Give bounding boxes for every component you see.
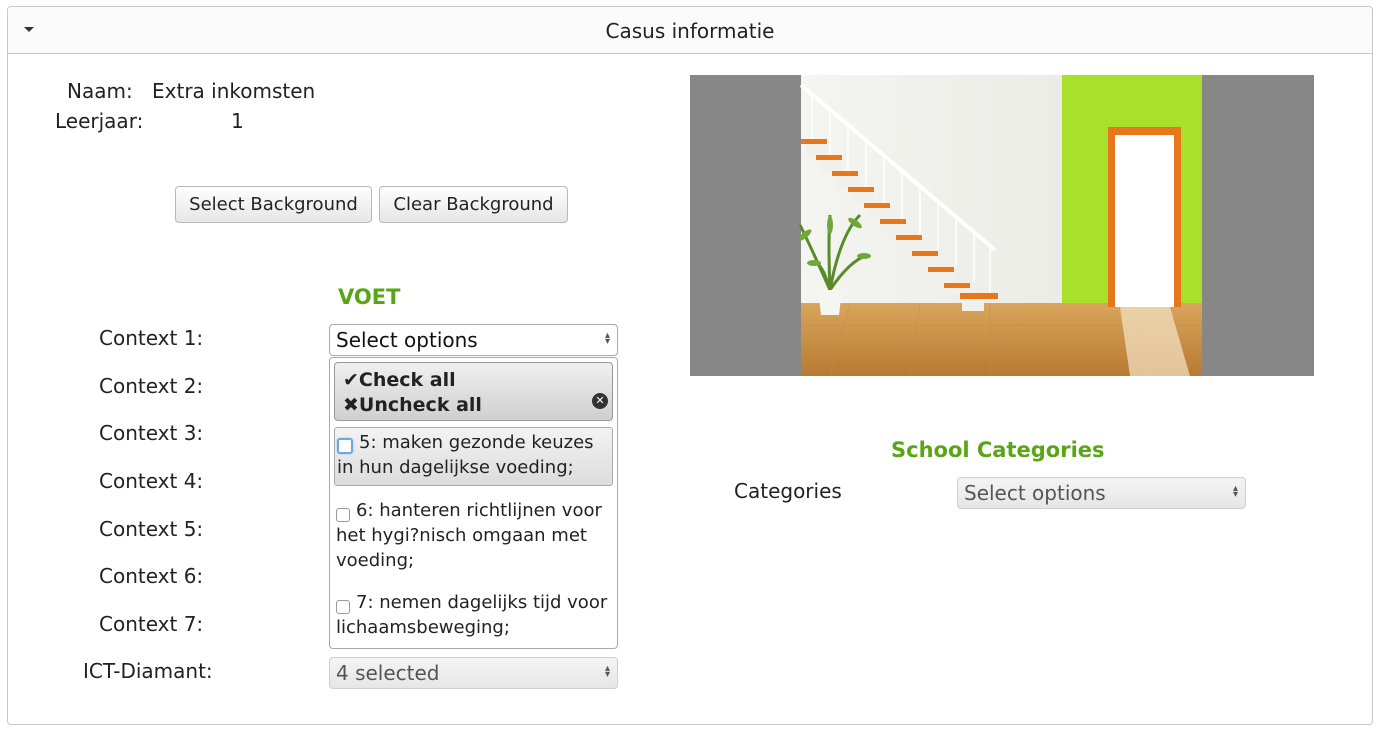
uncheck-all-link[interactable]: ✖Uncheck all: [343, 394, 482, 416]
background-image-graphic: [798, 75, 1202, 376]
ict-diamant-select[interactable]: 4 selected ▴ ▾: [329, 657, 618, 689]
context-label-5: Context 5:: [99, 517, 204, 541]
multiselect-dropdown: ✔Check all ✖Uncheck all ✕ 5: maken gezon…: [329, 357, 618, 649]
doorway: [1115, 135, 1174, 307]
categories-select-value: Select options: [964, 481, 1106, 505]
clear-background-button[interactable]: Clear Background: [379, 186, 568, 223]
option-label: 5: maken gezonde keuzes in hun dagelijks…: [337, 432, 594, 478]
context-label-1: Context 1:: [99, 326, 204, 350]
check-all-link[interactable]: ✔Check all: [343, 369, 456, 391]
context-label-2: Context 2:: [99, 374, 204, 398]
option-label: 7: nemen dagelijks tijd voor lichaamsbew…: [336, 592, 608, 638]
voet-title: VOET: [338, 285, 401, 309]
select-background-button[interactable]: Select Background: [175, 186, 372, 223]
check-all-label: Check all: [358, 369, 456, 391]
updown-arrows-icon: ▴ ▾: [1232, 483, 1238, 500]
ict-diamant-select-value: 4 selected: [336, 661, 440, 685]
categories-label: Categories: [734, 479, 842, 503]
context-label-6: Context 6:: [99, 564, 204, 588]
option-item[interactable]: 5: maken gezonde keuzes in hun dagelijks…: [334, 427, 613, 486]
check-icon: ✔: [343, 369, 359, 391]
panel-title: Casus informatie: [605, 19, 775, 43]
option-checkbox[interactable]: [336, 508, 350, 522]
leerjaar-label: Leerjaar:: [55, 109, 144, 133]
updown-arrows-icon: ▴ ▾: [604, 330, 610, 347]
option-checkbox[interactable]: [337, 438, 353, 454]
close-circle-icon[interactable]: ✕: [592, 393, 608, 409]
context-label-7: Context 7:: [99, 612, 204, 636]
option-checkbox[interactable]: [336, 600, 350, 614]
updown-arrows-icon: ▴ ▾: [604, 663, 610, 680]
naam-value: Extra inkomsten: [152, 79, 316, 103]
background-image: [690, 75, 1314, 376]
panel-header[interactable]: Casus informatie: [8, 7, 1372, 54]
context-1-select-value: Select options: [336, 328, 478, 352]
context-label-4: Context 4:: [99, 469, 204, 493]
naam-label: Naam:: [67, 79, 133, 103]
option-label: 6: hanteren richtlijnen voor het hygi?ni…: [336, 500, 602, 571]
ict-diamant-label: ICT-Diamant:: [83, 659, 213, 683]
uncheck-all-label: Uncheck all: [358, 394, 482, 416]
school-categories-title: School Categories: [891, 438, 1105, 462]
leerjaar-value: 1: [231, 109, 244, 133]
categories-select[interactable]: Select options ▴ ▾: [957, 477, 1246, 509]
option-item[interactable]: 7: nemen dagelijks tijd voor lichaamsbew…: [334, 588, 613, 640]
context-1-select[interactable]: Select options ▴ ▾: [329, 324, 618, 356]
cross-icon: ✖: [343, 394, 359, 416]
option-item[interactable]: 6: hanteren richtlijnen voor het hygi?ni…: [334, 496, 613, 574]
context-label-3: Context 3:: [99, 421, 204, 445]
dropdown-header: ✔Check all ✖Uncheck all ✕: [334, 362, 613, 421]
